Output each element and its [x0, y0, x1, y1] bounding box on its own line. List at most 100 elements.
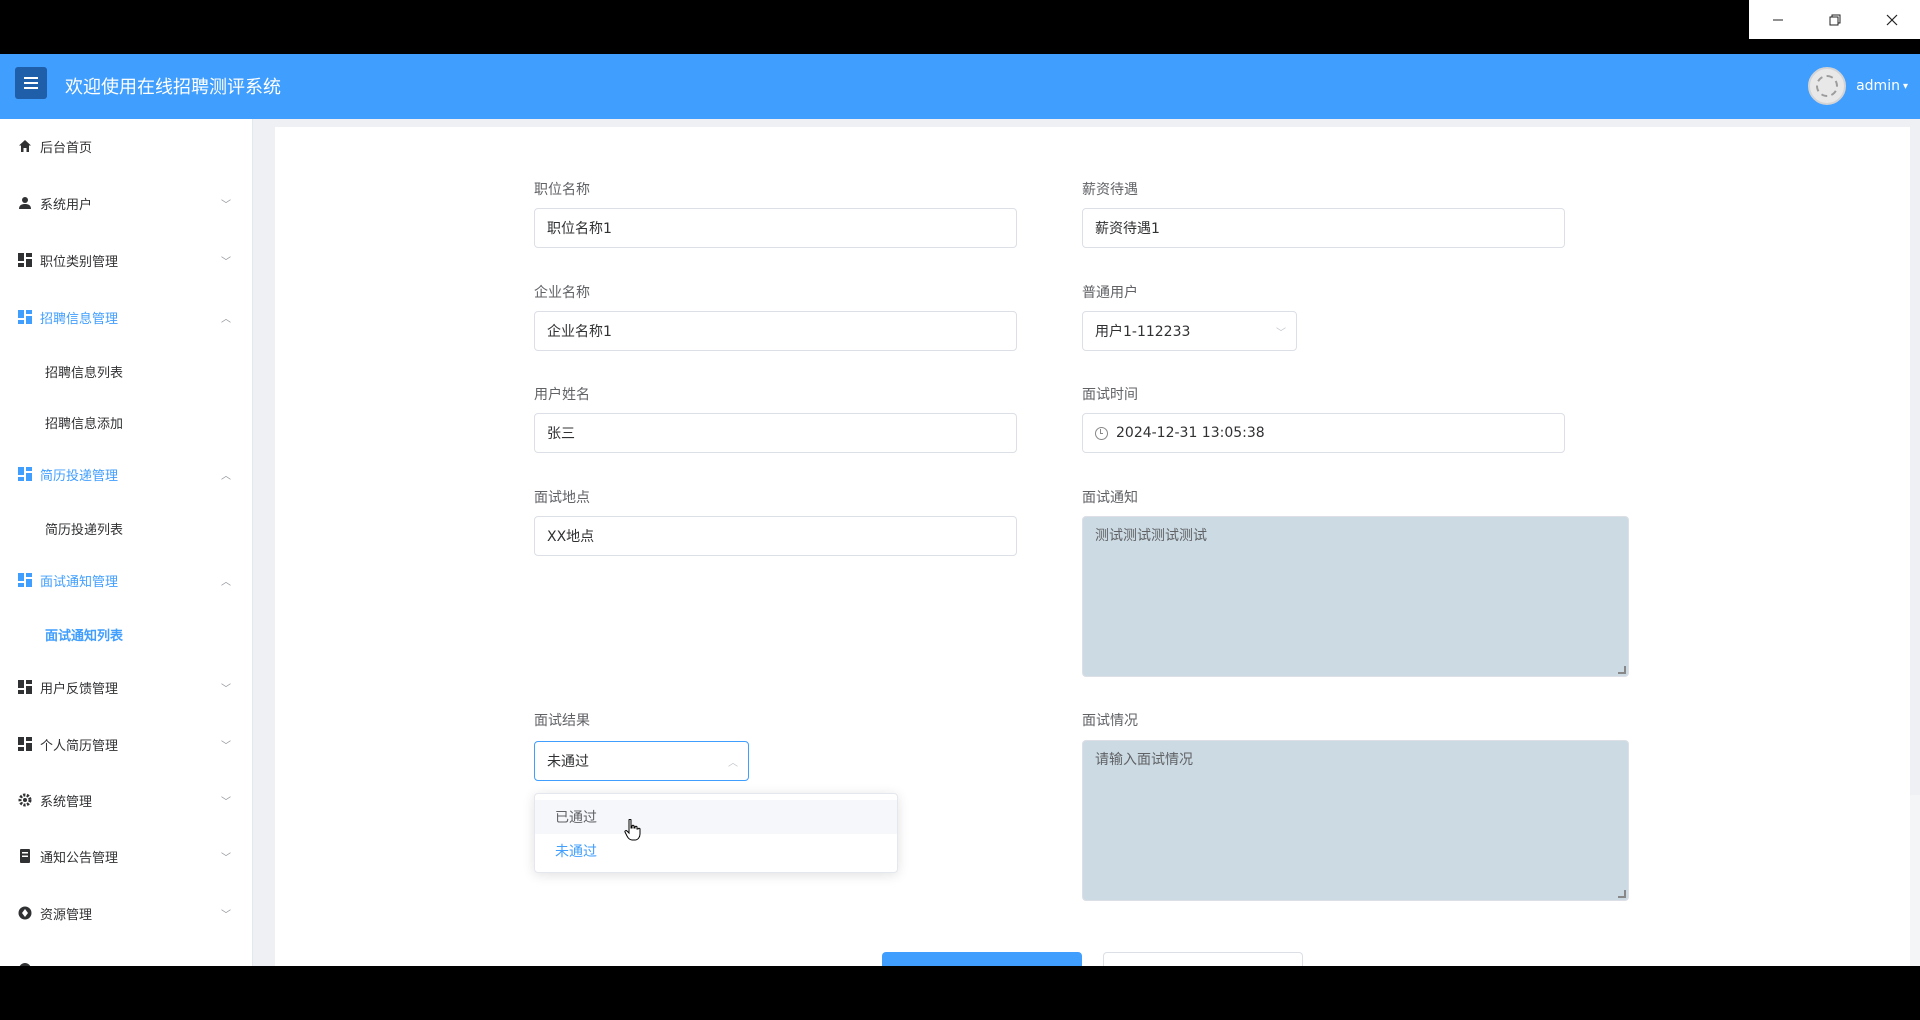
sidebar-item-label: 招聘信息管理 [40, 311, 119, 327]
browser-viewport: 欢迎使用在线招聘测评系统 admin ▾ 后台首页 系统用户 ﹀ 职位类别管理 [0, 54, 1920, 966]
chevron-down-icon: ﹀ [221, 199, 231, 211]
sidebar-item-label: 系统用户 [40, 197, 93, 213]
chevron-down-icon: ﹀ [221, 909, 231, 921]
resource-icon [17, 906, 32, 921]
menu-toggle-button[interactable] [15, 67, 47, 99]
sidebar-item-system-management[interactable]: 系统管理 ﹀ [0, 780, 252, 820]
sidebar-item-label: 面试通知管理 [40, 574, 119, 590]
sidebar-item-label: 用户反馈管理 [40, 681, 119, 697]
position-name-input[interactable]: 职位名称1 [534, 208, 1017, 248]
sidebar-item-label: 通知公告管理 [40, 850, 119, 866]
datetime-value: 2024-12-31 13:05:38 [1116, 425, 1265, 441]
sidebar-item-job-category[interactable]: 职位类别管理 ﹀ [0, 240, 252, 280]
sidebar-item-notice-management[interactable]: 通知公告管理 ﹀ [0, 836, 252, 876]
interview-time-picker[interactable]: 2024-12-31 13:05:38 [1082, 413, 1565, 453]
window-controls [1749, 0, 1920, 39]
window-titlebar [0, 0, 1920, 54]
normal-user-select[interactable]: 用户1-112233 ﹀ [1082, 311, 1297, 351]
textarea-value: 测试测试测试测试 [1095, 528, 1207, 544]
chevron-down-icon: ﹀ [221, 796, 231, 808]
avatar[interactable] [1808, 67, 1847, 105]
sidebar-subitem-label: 招聘信息添加 [45, 416, 124, 432]
input-value: 薪资待遇1 [1095, 221, 1160, 237]
hand-cursor-icon [624, 818, 642, 845]
resize-handle-icon[interactable] [1618, 666, 1626, 674]
user-menu[interactable]: admin ▾ [1808, 66, 1908, 106]
sidebar-item-resume-delivery[interactable]: 简历投递管理 ︿ [0, 454, 252, 494]
grid-icon [17, 467, 32, 482]
grid-icon [17, 310, 32, 325]
cancel-button[interactable] [1103, 952, 1303, 966]
close-icon [1886, 14, 1897, 25]
sidebar-subitem-label: 招聘信息列表 [45, 365, 124, 381]
input-value: 企业名称1 [547, 324, 612, 340]
hamburger-icon [24, 77, 38, 89]
app-header: 欢迎使用在线招聘测评系统 admin ▾ [0, 54, 1920, 119]
interview-location-input[interactable]: XX地点 [534, 516, 1017, 556]
grid-icon [17, 680, 32, 695]
gear-icon [17, 793, 32, 808]
sidebar-item-label: 后台首页 [40, 140, 93, 156]
sidebar-item-resource-management[interactable]: 资源管理 ﹀ [0, 893, 252, 933]
chevron-up-icon: ︿ [221, 576, 231, 588]
submit-button[interactable] [882, 952, 1082, 966]
chevron-down-icon: ﹀ [221, 683, 231, 695]
home-icon [17, 139, 32, 154]
user-name-input[interactable]: 张三 [534, 413, 1017, 453]
chevron-down-icon[interactable]: ▾ [1903, 81, 1908, 92]
user-name-label: 用户姓名 [534, 387, 590, 403]
interview-notice-textarea[interactable]: 测试测试测试测试 [1082, 516, 1629, 677]
user-name[interactable]: admin [1856, 78, 1900, 94]
sidebar-subitem-interview-list[interactable]: 面试通知列表 [0, 616, 252, 652]
textarea-placeholder: 请输入面试情况 [1095, 752, 1193, 768]
chevron-up-icon: ︿ [221, 313, 231, 325]
user-icon [17, 196, 32, 211]
app-title: 欢迎使用在线招聘测评系统 [65, 77, 281, 98]
input-value: 职位名称1 [547, 221, 612, 237]
select-value: 未通过 [547, 754, 589, 770]
chevron-up-icon: ︿ [728, 758, 738, 769]
interview-situation-label: 面试情况 [1082, 713, 1138, 729]
notice-icon [17, 849, 32, 864]
interview-time-label: 面试时间 [1082, 387, 1138, 403]
interview-situation-textarea[interactable]: 请输入面试情况 [1082, 740, 1629, 901]
interview-notice-label: 面试通知 [1082, 490, 1138, 506]
sidebar-item-system-users[interactable]: 系统用户 ﹀ [0, 183, 252, 223]
chevron-down-icon: ﹀ [221, 852, 231, 864]
sidebar-item-label: 资源管理 [40, 907, 93, 923]
interview-location-label: 面试地点 [534, 490, 590, 506]
select-value: 用户1-112233 [1095, 324, 1191, 340]
resize-handle-icon[interactable] [1618, 890, 1626, 898]
sidebar-subitem-recruitment-add[interactable]: 招聘信息添加 [0, 404, 252, 440]
company-name-input[interactable]: 企业名称1 [534, 311, 1017, 351]
sidebar-item-personal-resume[interactable]: 个人简历管理 ﹀ [0, 724, 252, 764]
interview-result-label: 面试结果 [534, 713, 590, 729]
grid-icon [17, 573, 32, 588]
chevron-up-icon: ︿ [221, 470, 231, 482]
minimize-button[interactable] [1749, 0, 1806, 39]
grid-icon [17, 737, 32, 752]
dropdown-option-passed[interactable]: 已通过 [535, 800, 897, 834]
sidebar-item-label: 个人简历管理 [40, 738, 119, 754]
sidebar-item-interview-notice[interactable]: 面试通知管理 ︿ [0, 560, 252, 600]
salary-input[interactable]: 薪资待遇1 [1082, 208, 1565, 248]
position-name-label: 职位名称 [534, 182, 590, 198]
dropdown-option-failed[interactable]: 未通过 [535, 834, 897, 868]
input-value: 张三 [547, 426, 575, 442]
sidebar-subitem-label: 简历投递列表 [45, 522, 124, 538]
sidebar-item-label: 系统管理 [40, 794, 93, 810]
restore-button[interactable] [1806, 0, 1863, 39]
sidebar-item-recruitment[interactable]: 招聘信息管理 ︿ [0, 297, 252, 337]
sidebar-subitem-recruitment-list[interactable]: 招聘信息列表 [0, 353, 252, 389]
sidebar-item-home[interactable]: 后台首页 [0, 126, 252, 166]
close-button[interactable] [1863, 0, 1920, 39]
gear-icon [17, 962, 32, 966]
normal-user-label: 普通用户 [1082, 285, 1138, 301]
loading-icon [1816, 75, 1839, 97]
sidebar-item-partial[interactable] [0, 949, 252, 966]
input-value: XX地点 [547, 529, 595, 545]
interview-result-select[interactable]: 未通过 ︿ [534, 741, 749, 781]
sidebar-item-feedback[interactable]: 用户反馈管理 ﹀ [0, 667, 252, 707]
sidebar-subitem-resume-list[interactable]: 简历投递列表 [0, 510, 252, 546]
chevron-down-icon: ﹀ [1276, 328, 1286, 339]
